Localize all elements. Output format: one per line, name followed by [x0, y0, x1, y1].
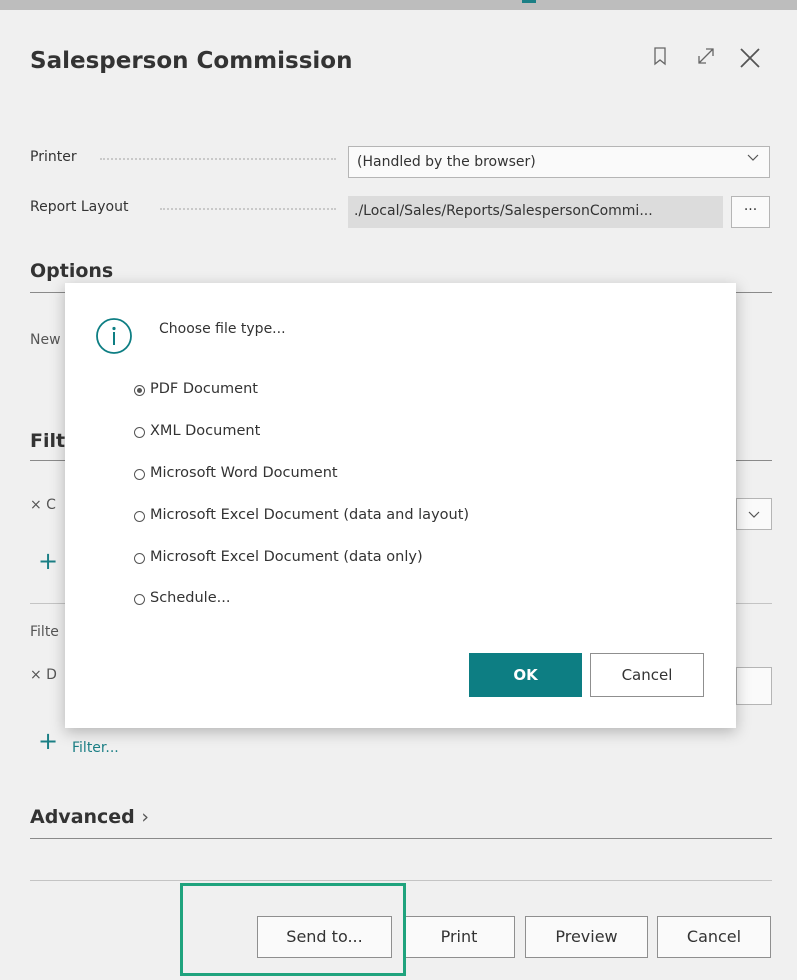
radio-button[interactable] — [134, 511, 145, 522]
footer-divider — [30, 880, 772, 881]
report-layout-label: Report Layout — [30, 199, 129, 215]
chevron-down-icon — [748, 511, 760, 518]
filter-input[interactable] — [736, 667, 772, 705]
options-section-title[interactable]: Options — [30, 260, 113, 282]
close-icon[interactable] — [738, 46, 762, 76]
report-layout-field: ./Local/Sales/Reports/SalespersonCommi..… — [348, 196, 723, 228]
dialog-cancel-button[interactable]: Cancel — [590, 653, 704, 697]
send-to-highlight — [180, 883, 406, 976]
advanced-label: Advanced — [30, 806, 135, 828]
file-type-label: Microsoft Excel Document (data only) — [150, 549, 423, 565]
top-accent — [522, 0, 536, 3]
preview-button[interactable]: Preview — [525, 916, 648, 958]
chevron-right-icon: › — [141, 806, 150, 828]
chevron-down-icon — [747, 154, 759, 161]
report-request-page: Salesperson Commission Printer (Handled … — [0, 10, 797, 980]
file-type-dialog: Choose file type... PDF Document XML Doc… — [65, 283, 736, 728]
ok-button[interactable]: OK — [469, 653, 582, 697]
advanced-section-title[interactable]: Advanced › — [30, 806, 149, 828]
advanced-divider — [30, 838, 772, 839]
filter-section2-title: Filte — [30, 624, 59, 640]
radio-button[interactable] — [134, 553, 145, 564]
filter-select[interactable] — [736, 498, 772, 530]
add-filter-link[interactable]: Filter... — [72, 740, 119, 756]
print-button[interactable]: Print — [403, 916, 515, 958]
info-icon — [95, 317, 133, 355]
page-title: Salesperson Commission — [30, 48, 353, 74]
filter-row2-label: × D — [30, 667, 57, 683]
report-layout-dots — [160, 208, 336, 210]
file-type-label: Microsoft Word Document — [150, 465, 338, 481]
filter-row-label: × C — [30, 497, 56, 513]
radio-button[interactable] — [134, 469, 145, 480]
radio-button[interactable] — [134, 594, 145, 605]
dialog-prompt: Choose file type... — [159, 321, 286, 337]
file-type-label: PDF Document — [150, 381, 258, 397]
add-filter-plus-icon[interactable]: + — [38, 549, 58, 573]
cancel-button[interactable]: Cancel — [657, 916, 771, 958]
radio-button[interactable] — [134, 385, 145, 396]
report-layout-value: ./Local/Sales/Reports/SalespersonCommi..… — [354, 203, 653, 219]
printer-value: (Handled by the browser) — [357, 154, 536, 170]
filter-section-title[interactable]: Filt — [30, 430, 65, 452]
printer-dots — [100, 158, 336, 160]
expand-icon[interactable] — [696, 46, 716, 72]
add-filter-plus-icon-2[interactable]: + — [38, 729, 58, 753]
radio-button[interactable] — [134, 427, 145, 438]
file-type-label: Microsoft Excel Document (data and layou… — [150, 507, 470, 523]
printer-select[interactable]: (Handled by the browser) — [348, 146, 770, 178]
report-layout-lookup-button[interactable]: ··· — [731, 196, 770, 228]
printer-label: Printer — [30, 149, 77, 165]
options-row-label: New — [30, 332, 61, 348]
top-strip — [0, 0, 797, 10]
file-type-label: Schedule... — [150, 590, 231, 606]
file-type-label: XML Document — [150, 423, 261, 439]
bookmark-icon[interactable] — [653, 46, 667, 72]
